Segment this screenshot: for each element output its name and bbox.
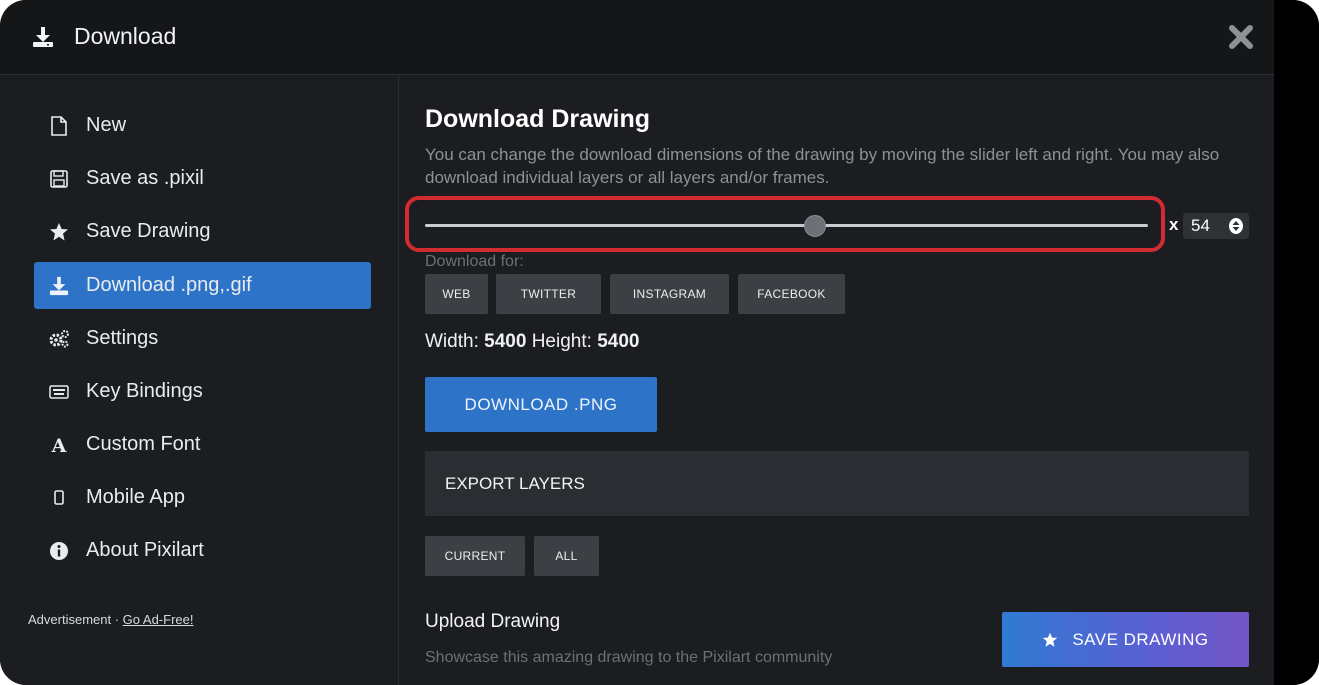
go-ad-free-link[interactable]: Go Ad-Free! <box>123 612 194 627</box>
sidebar: New Save as .pixil Save Drawing Download… <box>0 75 399 685</box>
svg-text:A: A <box>51 435 67 455</box>
height-value: 5400 <box>597 331 640 352</box>
dialog-title: Download <box>74 23 177 49</box>
scale-slider-handle[interactable] <box>804 215 827 237</box>
sidebar-item-custom-font[interactable]: A Custom Font <box>34 421 371 468</box>
download-panel: Download Drawing You can change the down… <box>399 75 1274 685</box>
preset-web-button[interactable]: WEB <box>425 274 488 314</box>
sidebar-item-about[interactable]: About Pixilart <box>34 527 371 574</box>
upload-drawing-title: Upload Drawing <box>425 611 561 632</box>
preset-instagram-button[interactable]: INSTAGRAM <box>610 274 729 314</box>
description-text: You can change the download dimensions o… <box>425 145 1220 187</box>
sidebar-item-save-as-pixil[interactable]: Save as .pixil <box>34 155 371 202</box>
advertisement-note: Advertisement · Go Ad-Free! <box>28 612 193 627</box>
sidebar-item-label: New <box>86 114 127 136</box>
download-for-label: Download for: <box>425 253 524 270</box>
sidebar-item-label: Key Bindings <box>86 380 203 402</box>
export-all-button[interactable]: ALL <box>534 536 599 576</box>
spinner-icon[interactable] <box>1229 218 1243 234</box>
sidebar-item-save-drawing[interactable]: Save Drawing <box>34 208 371 255</box>
keyboard-icon <box>48 381 70 403</box>
height-label: Height: <box>531 331 592 352</box>
sidebar-item-label: Save as .pixil <box>86 167 204 189</box>
close-icon[interactable] <box>1228 24 1254 50</box>
scale-value: 54 <box>1191 216 1210 235</box>
ad-prefix: Advertisement · <box>28 612 123 627</box>
sidebar-item-label: Mobile App <box>86 486 185 508</box>
page-title: Download Drawing <box>425 105 650 133</box>
gears-icon <box>48 328 70 350</box>
mobile-icon <box>48 487 70 509</box>
width-label: Width: <box>425 331 479 352</box>
sidebar-item-mobile-app[interactable]: Mobile App <box>34 474 371 521</box>
floppy-icon <box>48 168 70 190</box>
export-layers-section[interactable]: EXPORT LAYERS <box>425 451 1249 516</box>
sidebar-item-download[interactable]: Download .png,.gif <box>34 262 371 309</box>
sidebar-item-label: Save Drawing <box>86 220 211 242</box>
file-icon <box>48 115 70 137</box>
sidebar-item-label: Download .png,.gif <box>86 274 252 296</box>
window-edge <box>1274 0 1319 685</box>
export-current-button[interactable]: CURRENT <box>425 536 525 576</box>
download-icon <box>48 275 70 297</box>
sidebar-item-key-bindings[interactable]: Key Bindings <box>34 368 371 415</box>
download-icon <box>33 27 53 47</box>
sidebar-item-settings[interactable]: Settings <box>34 315 371 362</box>
sidebar-item-label: About Pixilart <box>86 539 204 561</box>
sidebar-item-label: Settings <box>86 327 159 349</box>
scale-slider-track[interactable] <box>425 224 1148 227</box>
width-value: 5400 <box>484 331 527 352</box>
star-icon <box>48 221 70 243</box>
sidebar-item-new[interactable]: New <box>34 102 371 149</box>
save-drawing-button[interactable]: SAVE DRAWING <box>1002 612 1249 667</box>
scale-multiplier-label: x <box>1169 215 1179 234</box>
dimensions-readout: Width: 5400 Height: 5400 <box>425 331 639 353</box>
download-dialog: Download New Save as .pixil Save Drawing <box>0 0 1319 685</box>
upload-drawing-subtitle: Showcase this amazing drawing to the Pix… <box>425 649 833 666</box>
preset-facebook-button[interactable]: FACEBOOK <box>738 274 845 314</box>
font-icon: A <box>48 434 70 456</box>
scale-number-input[interactable]: 54 <box>1183 213 1249 239</box>
star-icon <box>1043 632 1058 647</box>
info-icon <box>48 540 70 562</box>
save-drawing-label: SAVE DRAWING <box>1072 629 1209 649</box>
sidebar-item-label: Custom Font <box>86 433 201 455</box>
preset-twitter-button[interactable]: TWITTER <box>496 274 601 314</box>
dialog-header: Download <box>0 0 1274 75</box>
download-png-button[interactable]: DOWNLOAD .PNG <box>425 377 657 432</box>
